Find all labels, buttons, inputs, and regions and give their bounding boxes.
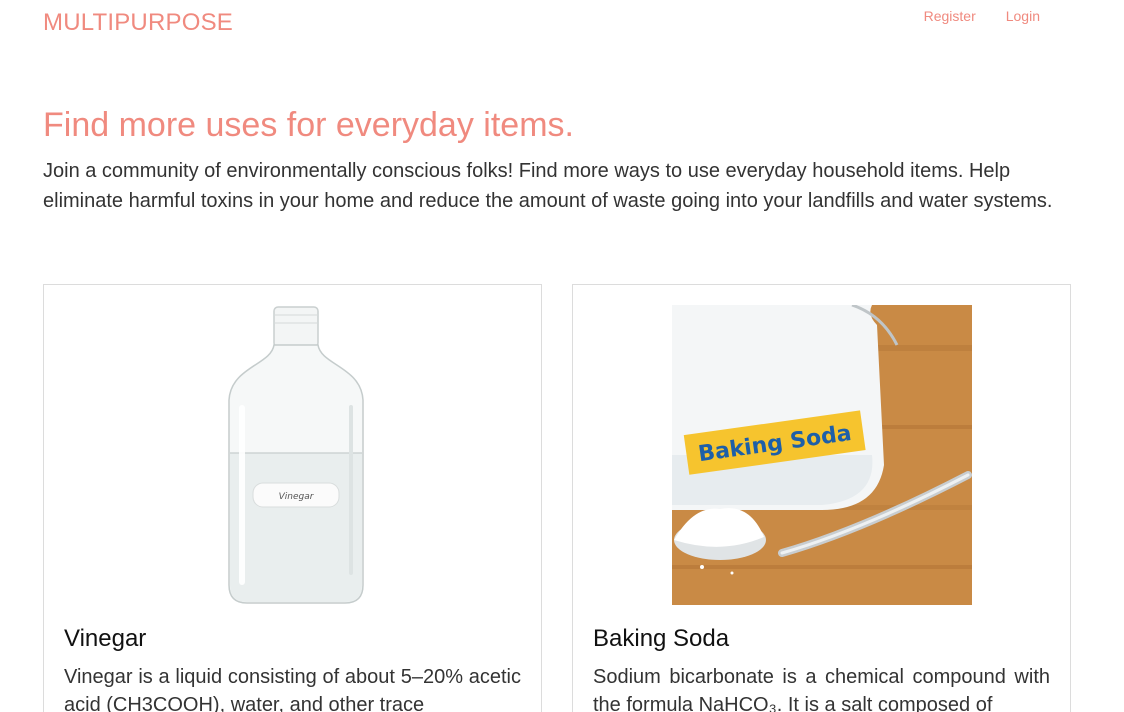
card-title-baking-soda[interactable]: Baking Soda — [593, 625, 729, 653]
vinegar-label-text: Vinegar — [279, 492, 315, 502]
page: MULTIPURPOSE Register Login Find more us… — [0, 0, 1124, 712]
card-description-vinegar: Vinegar is a liquid consisting of about … — [64, 666, 521, 712]
hero-title: Find more uses for everyday items. — [43, 106, 574, 144]
baking-soda-jar-image: Baking Soda — [672, 305, 972, 605]
brand-logo-link[interactable]: MULTIPURPOSE — [43, 9, 233, 37]
item-card-vinegar[interactable]: Vinegar Vinegar Vinegar is a liquid cons… — [43, 284, 542, 712]
register-link[interactable]: Register — [924, 8, 976, 24]
top-nav: Register Login — [924, 8, 1040, 24]
hero-description: Join a community of environmentally cons… — [43, 160, 1053, 212]
card-title-vinegar[interactable]: Vinegar — [64, 625, 146, 653]
login-link[interactable]: Login — [1006, 8, 1040, 24]
vinegar-bottle-image: Vinegar — [143, 305, 443, 605]
item-card-baking-soda[interactable]: Baking Soda Baking Soda Sodium bicarbona… — [572, 284, 1071, 712]
card-description-baking-soda: Sodium bicarbonate is a chemical compoun… — [593, 666, 1050, 712]
